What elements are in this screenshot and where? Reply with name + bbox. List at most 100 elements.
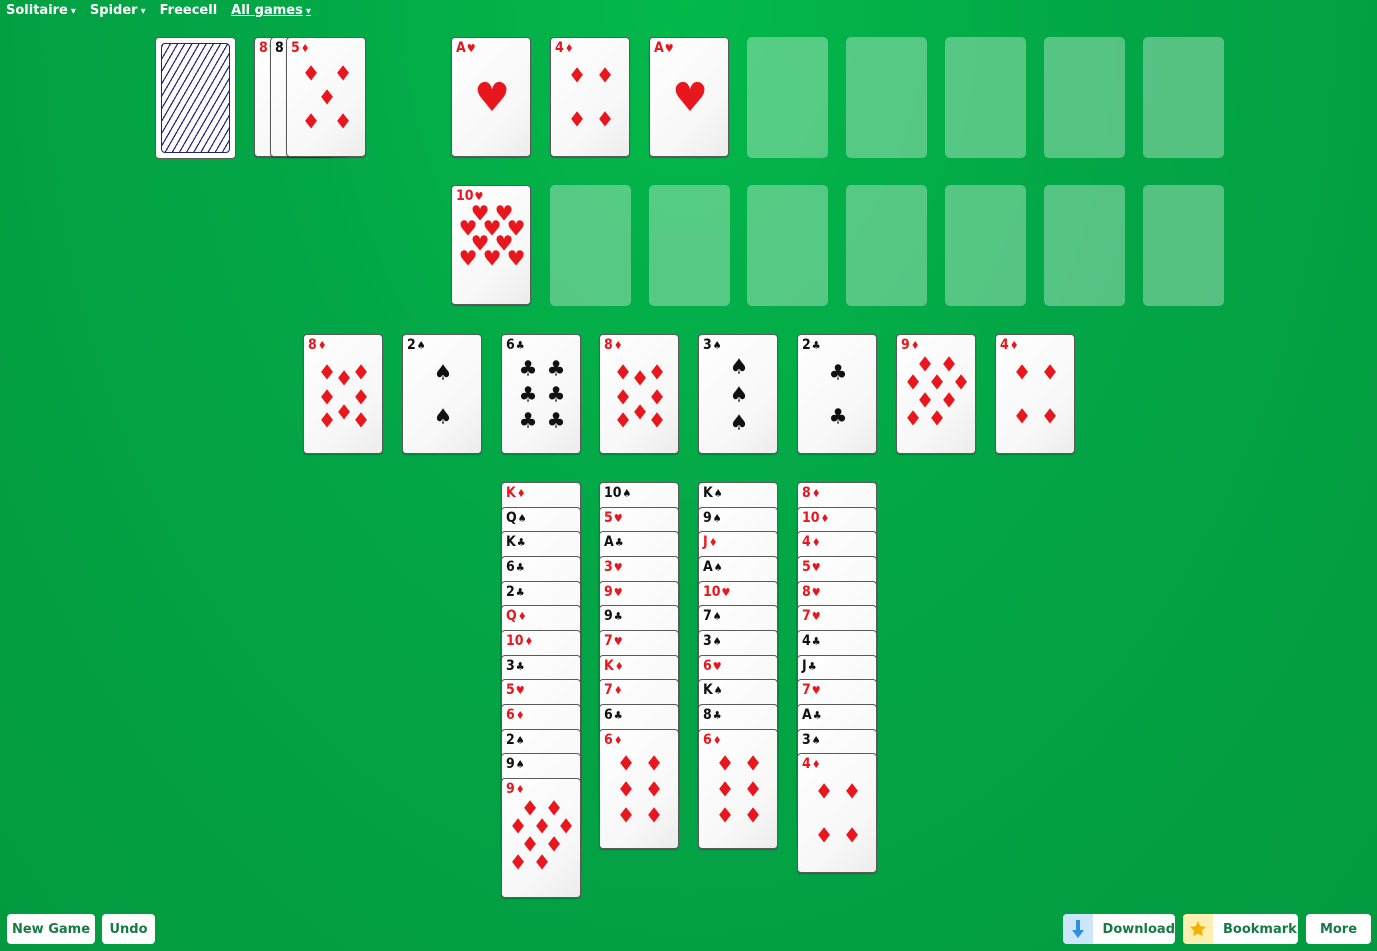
suit-icon: ♣: [546, 382, 566, 407]
reserve-card[interactable]: 6♣ ♣ ♣ ♣ ♣ ♣ ♣: [501, 334, 581, 454]
card-rank: J: [703, 534, 708, 551]
download-button[interactable]: Download: [1063, 914, 1175, 944]
foundation-slot[interactable]: [747, 37, 828, 158]
undo-button[interactable]: Undo: [102, 914, 155, 944]
card-index: K♣: [506, 535, 526, 550]
foundation-card[interactable]: A♥ ♥: [649, 37, 729, 157]
suit-icon: ♣: [614, 536, 624, 550]
card-rank: 9: [703, 509, 712, 526]
chevron-down-icon: ▾: [140, 6, 146, 17]
card-index: 3♠: [802, 732, 821, 748]
card-rank: 10: [703, 583, 721, 600]
nav-solitaire[interactable]: Solitaire ▾: [6, 3, 76, 18]
reserve-card[interactable]: 4♦ ♦ ♦ ♦ ♦: [995, 334, 1075, 454]
suit-icon: ♦: [927, 406, 947, 431]
card-index: A♣: [802, 706, 822, 723]
bookmark-button[interactable]: Bookmark: [1183, 914, 1298, 944]
stock-pile[interactable]: [155, 37, 236, 159]
suit-icon: ♠: [515, 758, 525, 772]
foundation-slot[interactable]: [945, 37, 1026, 158]
suit-icon: ♦: [567, 63, 587, 88]
tableau-card[interactable]: 6♦ ♦ ♦ ♦ ♦ ♦ ♦: [599, 728, 679, 849]
new-game-button[interactable]: New Game: [7, 914, 95, 944]
suit-icon: ♣: [812, 708, 822, 722]
foundation-card[interactable]: 4♦ ♦ ♦ ♦ ♦: [550, 37, 630, 157]
card-rank: Q: [506, 509, 517, 526]
suit-icon: ♦: [515, 708, 525, 722]
card-index: 4♦: [802, 535, 821, 550]
nav-freecell[interactable]: Freecell: [160, 3, 218, 18]
tableau-card[interactable]: 9♦ ♦ ♦ ♦ ♦ ♦ ♦ ♦ ♦ ♦: [501, 777, 581, 898]
card-rank: 4: [802, 632, 811, 649]
card-rank: K: [703, 485, 713, 501]
suit-icon: ♦: [317, 408, 337, 433]
foundation-slot[interactable]: [846, 37, 927, 158]
card-rank: 6: [506, 558, 515, 575]
card-rank: K: [506, 534, 516, 551]
card-rank: A: [604, 534, 614, 551]
card-rank: A: [802, 706, 812, 723]
foundation-slot[interactable]: [747, 185, 828, 306]
foundation-card[interactable]: A♥ ♥: [451, 37, 531, 157]
nav-spider[interactable]: Spider ▾: [90, 3, 146, 18]
foundation-slot[interactable]: [945, 185, 1026, 306]
card-index: K♠: [703, 683, 723, 698]
suit-icon: ♦: [743, 777, 763, 801]
card-index: 5♥: [604, 510, 623, 526]
card-index: A♠: [703, 559, 723, 575]
card-pips: ♦ ♦ ♦ ♦ ♦ ♦ ♦ ♦ ♦: [897, 335, 975, 453]
suit-icon: ♦: [903, 406, 923, 431]
nav-all-games[interactable]: All games ▾: [231, 3, 311, 18]
download-label: Download: [1102, 921, 1175, 937]
foundation-slot[interactable]: [1044, 37, 1125, 158]
suit-icon: ♥: [811, 560, 821, 574]
suit-icon: ♦: [508, 850, 528, 875]
card-rank: 3: [604, 558, 613, 575]
suit-icon: ♦: [613, 684, 623, 698]
card-index: 10♠: [604, 486, 631, 501]
suit-icon: ♣: [546, 356, 566, 381]
nav-label: Spider: [89, 3, 138, 18]
suit-icon: ♠: [517, 511, 527, 525]
foundation-slot[interactable]: [649, 185, 730, 306]
card-index: 7♥: [802, 609, 821, 624]
suit-icon: ♠: [622, 487, 632, 500]
foundation-slot[interactable]: [1044, 185, 1125, 306]
reserve-card[interactable]: 8♦ ♦ ♦ ♦ ♦ ♦ ♦ ♦ ♦: [303, 334, 383, 454]
suit-icon: ♣: [515, 659, 525, 673]
bookmark-label: Bookmark: [1223, 921, 1297, 937]
suit-icon: ♦: [743, 803, 763, 827]
foundation-slot[interactable]: [550, 185, 631, 306]
reserve-card[interactable]: 8♦ ♦ ♦ ♦ ♦ ♦ ♦ ♦ ♦: [599, 334, 679, 454]
card-rank: 10: [506, 632, 524, 649]
foundation-card[interactable]: 10♥ ♥ ♥ ♥ ♥ ♥ ♥ ♥ ♥ ♥ ♥: [451, 185, 531, 305]
reserve-card[interactable]: 2♣ ♣ ♣: [797, 334, 877, 454]
foundation-slot[interactable]: [1143, 185, 1224, 306]
card-rank: 7: [604, 682, 613, 699]
card-rank: 6: [506, 706, 515, 723]
suit-icon: ♦: [644, 803, 664, 827]
card-rank: 8: [259, 40, 268, 56]
tableau-card[interactable]: 6♦ ♦ ♦ ♦ ♦ ♦ ♦: [698, 728, 778, 849]
reserve-card[interactable]: 3♠ ♠ ♠ ♠: [698, 334, 778, 454]
card-rank: 3: [703, 632, 712, 649]
card-pips: ♦ ♦ ♦ ♦: [996, 335, 1074, 453]
waste-card[interactable]: 5♦ ♦ ♦ ♦ ♦ ♦: [286, 37, 366, 157]
card-rank: 9: [604, 583, 613, 600]
card-rank: 7: [802, 608, 811, 625]
foundation-slot[interactable]: [1143, 37, 1224, 158]
card-pips: ♥: [452, 38, 530, 156]
tableau-card[interactable]: 4♦ ♦ ♦ ♦ ♦: [797, 753, 877, 874]
suit-icon: ♥: [482, 246, 502, 271]
card-rank: 10: [802, 509, 820, 526]
card-index: 5♥: [506, 683, 525, 698]
card-rank: 4: [802, 534, 811, 551]
suit-icon: ♦: [567, 107, 587, 132]
suit-icon: ♦: [616, 777, 636, 801]
suit-icon: ♦: [616, 751, 636, 775]
reserve-card[interactable]: 2♠ ♠ ♠: [402, 334, 482, 454]
card-rank: 5: [506, 682, 515, 699]
foundation-slot[interactable]: [846, 185, 927, 306]
more-button[interactable]: More: [1306, 914, 1371, 944]
reserve-card[interactable]: 9♦ ♦ ♦ ♦ ♦ ♦ ♦ ♦ ♦ ♦: [896, 334, 976, 454]
